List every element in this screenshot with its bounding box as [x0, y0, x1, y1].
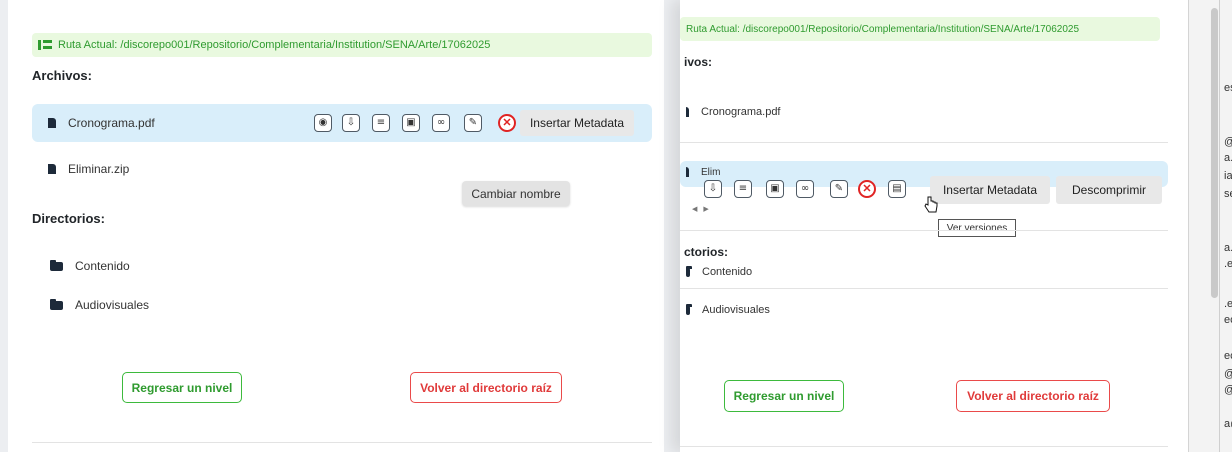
- path-label: Ruta Actual:: [686, 23, 740, 35]
- insert-metadata-button[interactable]: Insertar Metadata: [930, 176, 1050, 204]
- dir-row-contenido[interactable]: Contenido: [680, 262, 1168, 282]
- bottom-divider: [32, 442, 652, 443]
- vertical-scrollbar[interactable]: [1211, 8, 1218, 298]
- delete-icon[interactable]: ✕: [858, 180, 876, 198]
- back-level-button[interactable]: Regresar un nivel: [122, 372, 242, 403]
- hand-cursor-icon: [924, 196, 938, 213]
- dir-name: Contenido: [75, 259, 130, 273]
- file-name: Cronograma.pdf: [701, 106, 781, 118]
- document-icon[interactable]: ≡: [372, 114, 390, 132]
- side-fragment: es: [1224, 82, 1232, 94]
- tree-icon: [38, 40, 52, 50]
- side-fragment: ia: [1224, 170, 1232, 182]
- file-icon: [48, 118, 56, 128]
- path-value: /discorepo001/Repositorio/Complementaria…: [120, 39, 491, 51]
- right-file-panel: Ruta Actual: /discorepo001/Repositorio/C…: [680, 0, 1188, 452]
- dir-name: Audiovisuales: [702, 304, 770, 316]
- row-divider: [680, 142, 1168, 143]
- link-icon[interactable]: ∞: [432, 114, 450, 132]
- root-directory-button[interactable]: Volver al directorio raíz: [410, 372, 562, 403]
- side-fragment: .e: [1224, 298, 1232, 310]
- side-fragment: ec: [1224, 350, 1232, 362]
- folder-icon: [686, 265, 692, 277]
- edit-icon[interactable]: ✎: [830, 180, 848, 198]
- file-icon: [686, 107, 689, 117]
- delete-icon[interactable]: ✕: [498, 114, 516, 132]
- files-title: ivos:: [684, 55, 713, 69]
- dir-row-audiovisuales[interactable]: Audiovisuales: [32, 294, 332, 316]
- eye-icon[interactable]: ◉: [314, 114, 332, 132]
- current-path-bar: Ruta Actual: /discorepo001/Repositorio/C…: [32, 33, 652, 57]
- document-icon[interactable]: ≡: [734, 180, 752, 198]
- file-name: Cronograma.pdf: [68, 116, 155, 130]
- insert-metadata-button[interactable]: Insertar Metadata: [520, 110, 634, 136]
- file-icon: [686, 167, 689, 177]
- row-divider: [680, 288, 1168, 289]
- directories-title: ctorios:: [684, 245, 729, 259]
- folder-icon: [50, 298, 63, 310]
- file-icon: [48, 164, 56, 174]
- path-value: /discorepo001/Repositorio/Complementaria…: [742, 23, 1080, 35]
- download-icon[interactable]: ⇩: [704, 180, 722, 198]
- file-name: Eliminar.zip: [68, 162, 130, 176]
- side-fragment: a@: [1224, 418, 1232, 430]
- side-fragment: .e: [1224, 258, 1232, 270]
- dir-name: Contenido: [702, 266, 753, 278]
- path-label: Ruta Actual:: [58, 39, 118, 51]
- root-directory-button[interactable]: Volver al directorio raíz: [956, 380, 1110, 412]
- file-row-cronograma[interactable]: Cronograma.pdf: [680, 101, 1168, 123]
- side-fragment: @s: [1224, 136, 1232, 148]
- files-title: Archivos:: [32, 68, 92, 83]
- horizontal-scroll-arrows[interactable]: ◀▶: [692, 205, 715, 213]
- versions-tooltip: Ver versiones: [938, 219, 1016, 237]
- directories-title: Directorios:: [32, 211, 105, 226]
- dir-name: Audiovisuales: [75, 298, 150, 312]
- rename-tooltip: Cambiar nombre: [462, 181, 570, 206]
- side-fragment: @: [1224, 384, 1232, 396]
- file-row-eliminar[interactable]: Eliminar.zip: [32, 156, 452, 182]
- current-path-bar: Ruta Actual: /discorepo001/Repositorio/C…: [680, 17, 1160, 41]
- versions-icon[interactable]: ▤: [888, 180, 906, 198]
- side-fragment: ec: [1224, 314, 1232, 326]
- row-divider: [680, 230, 1168, 231]
- dir-row-audiovisuales[interactable]: Audiovisuales: [680, 300, 1168, 320]
- dir-row-contenido[interactable]: Contenido: [32, 255, 332, 277]
- side-fragment: a.: [1224, 152, 1232, 164]
- side-fragment: a.: [1224, 242, 1232, 254]
- image-icon[interactable]: ▣: [766, 180, 784, 198]
- edit-icon[interactable]: ✎: [464, 114, 482, 132]
- sliver-divider: [1219, 0, 1220, 452]
- link-icon[interactable]: ∞: [796, 180, 814, 198]
- side-fragment: @s: [1224, 368, 1232, 380]
- file-name: Elim: [701, 167, 721, 178]
- download-icon[interactable]: ⇩: [342, 114, 360, 132]
- back-level-button[interactable]: Regresar un nivel: [724, 380, 844, 412]
- decompress-button[interactable]: Descomprimir: [1056, 176, 1162, 204]
- image-icon[interactable]: ▣: [402, 114, 420, 132]
- left-file-panel: Ruta Actual: /discorepo001/Repositorio/C…: [8, 0, 664, 452]
- folder-icon: [50, 259, 63, 271]
- side-fragment: se: [1224, 188, 1232, 200]
- bottom-divider: [680, 446, 1168, 447]
- folder-icon: [686, 303, 692, 315]
